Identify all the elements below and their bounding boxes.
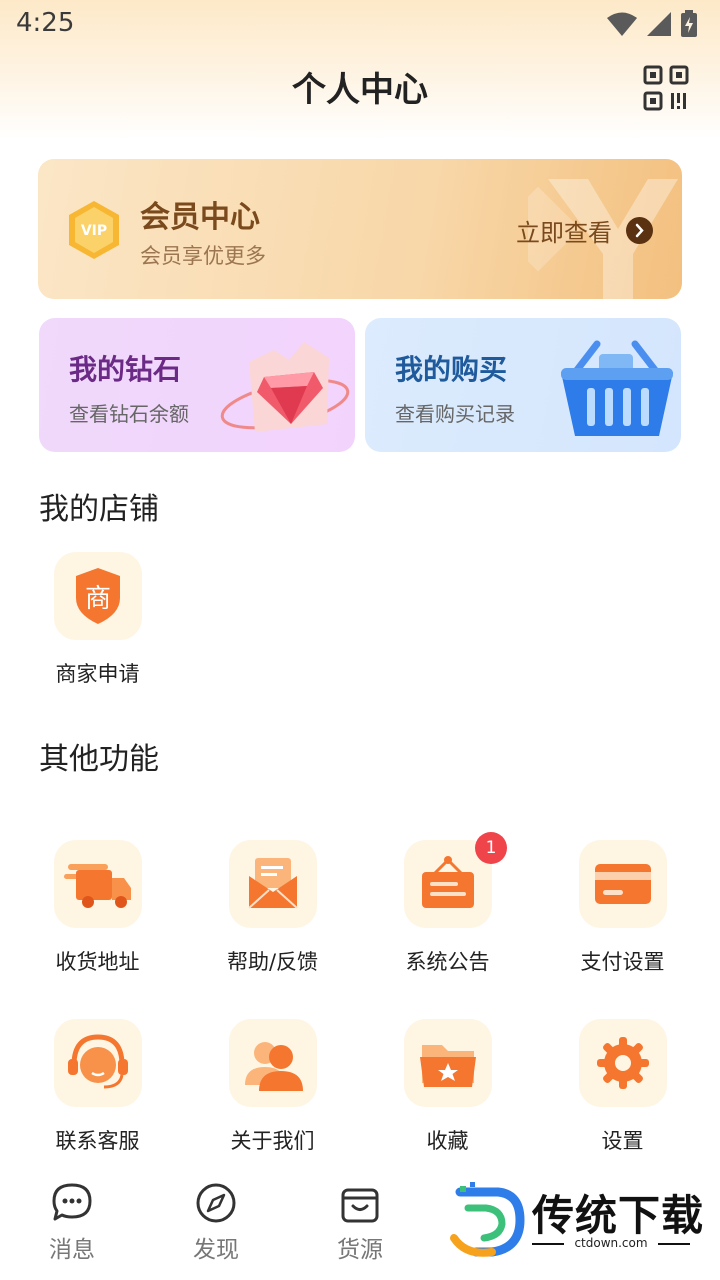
qr-code-button[interactable]: [642, 64, 690, 112]
merchant-apply-label: 商家申请: [55, 662, 140, 686]
watermark-logo-icon: [450, 1182, 525, 1257]
about-us-button[interactable]: [229, 1019, 317, 1107]
credit-card-icon: [595, 864, 651, 904]
page-title: 个人中心: [292, 70, 428, 110]
about-us-label: 关于我们: [230, 1129, 315, 1153]
tab-sources-label: 货源: [337, 1237, 383, 1263]
vip-view-now-link[interactable]: 立即查看: [516, 213, 612, 248]
people-icon: [245, 1042, 303, 1091]
status-bar: 4:25: [0, 0, 720, 50]
mail-envelope-icon: [248, 858, 298, 909]
signal-icon: [647, 12, 671, 36]
qr-code-icon: [643, 65, 689, 111]
customer-service-icon: [68, 1034, 128, 1089]
shopping-bag-icon: [341, 1188, 379, 1223]
status-time: 4:25: [16, 8, 75, 38]
tab-messages[interactable]: 消息: [0, 1170, 144, 1270]
merchant-shield-icon: 商: [76, 568, 120, 624]
shopping-basket-icon: [561, 340, 673, 436]
compass-icon: [196, 1183, 236, 1223]
merchant-apply-button[interactable]: 商: [54, 552, 142, 640]
battery-icon: [681, 10, 697, 37]
favorites-label: 收藏: [426, 1129, 469, 1153]
tab-discover[interactable]: 发现: [144, 1170, 288, 1270]
purchase-card-subtitle: 查看购买记录: [395, 402, 515, 426]
shop-section-title: 我的店铺: [39, 492, 159, 527]
payment-settings-button[interactable]: [579, 840, 667, 928]
diamond-card-subtitle: 查看钻石余额: [69, 402, 189, 426]
svg-text:商: 商: [85, 584, 111, 614]
status-icons: [606, 10, 698, 38]
delivery-truck-icon: [64, 864, 131, 908]
system-notice-label: 系统公告: [405, 950, 490, 974]
chat-bubble-icon: [52, 1183, 92, 1221]
help-feedback-button[interactable]: [229, 840, 317, 928]
diamond-icon: [220, 342, 350, 432]
my-purchases-card[interactable]: 我的购买 查看购买记录: [365, 318, 681, 452]
watermark-text: 传统下载: [532, 1191, 705, 1240]
shipping-address-button[interactable]: [54, 840, 142, 928]
tab-sources[interactable]: 货源: [288, 1170, 432, 1270]
vip-badge-icon: VIP: [69, 201, 119, 259]
my-diamonds-card[interactable]: 我的钻石 查看钻石余额: [39, 318, 355, 452]
other-section-title: 其他功能: [39, 742, 159, 777]
gear-icon: [597, 1037, 649, 1089]
svg-text:VIP: VIP: [81, 223, 107, 239]
chevron-right-icon: [626, 217, 653, 244]
watermark: 传统下载 ctdown.com: [446, 1180, 706, 1264]
customer-service-label: 联系客服: [55, 1129, 140, 1153]
purchase-card-title: 我的购买: [395, 353, 508, 386]
settings-label: 设置: [601, 1129, 644, 1153]
help-feedback-label: 帮助/反馈: [226, 950, 319, 974]
tab-discover-label: 发现: [193, 1237, 239, 1263]
watermark-line-right: [658, 1243, 690, 1245]
notification-badge: 1: [475, 832, 507, 864]
vip-subtitle: 会员享优更多: [140, 244, 266, 268]
payment-settings-label: 支付设置: [580, 950, 665, 974]
wifi-icon: [607, 12, 637, 36]
favorite-folder-icon: [420, 1045, 476, 1087]
favorites-button[interactable]: [404, 1019, 492, 1107]
settings-button[interactable]: [579, 1019, 667, 1107]
tab-messages-label: 消息: [49, 1237, 95, 1263]
diamond-card-title: 我的钻石: [69, 353, 182, 386]
shipping-address-label: 收货地址: [55, 950, 140, 974]
customer-service-button[interactable]: [54, 1019, 142, 1107]
vip-title: 会员中心: [140, 200, 260, 235]
